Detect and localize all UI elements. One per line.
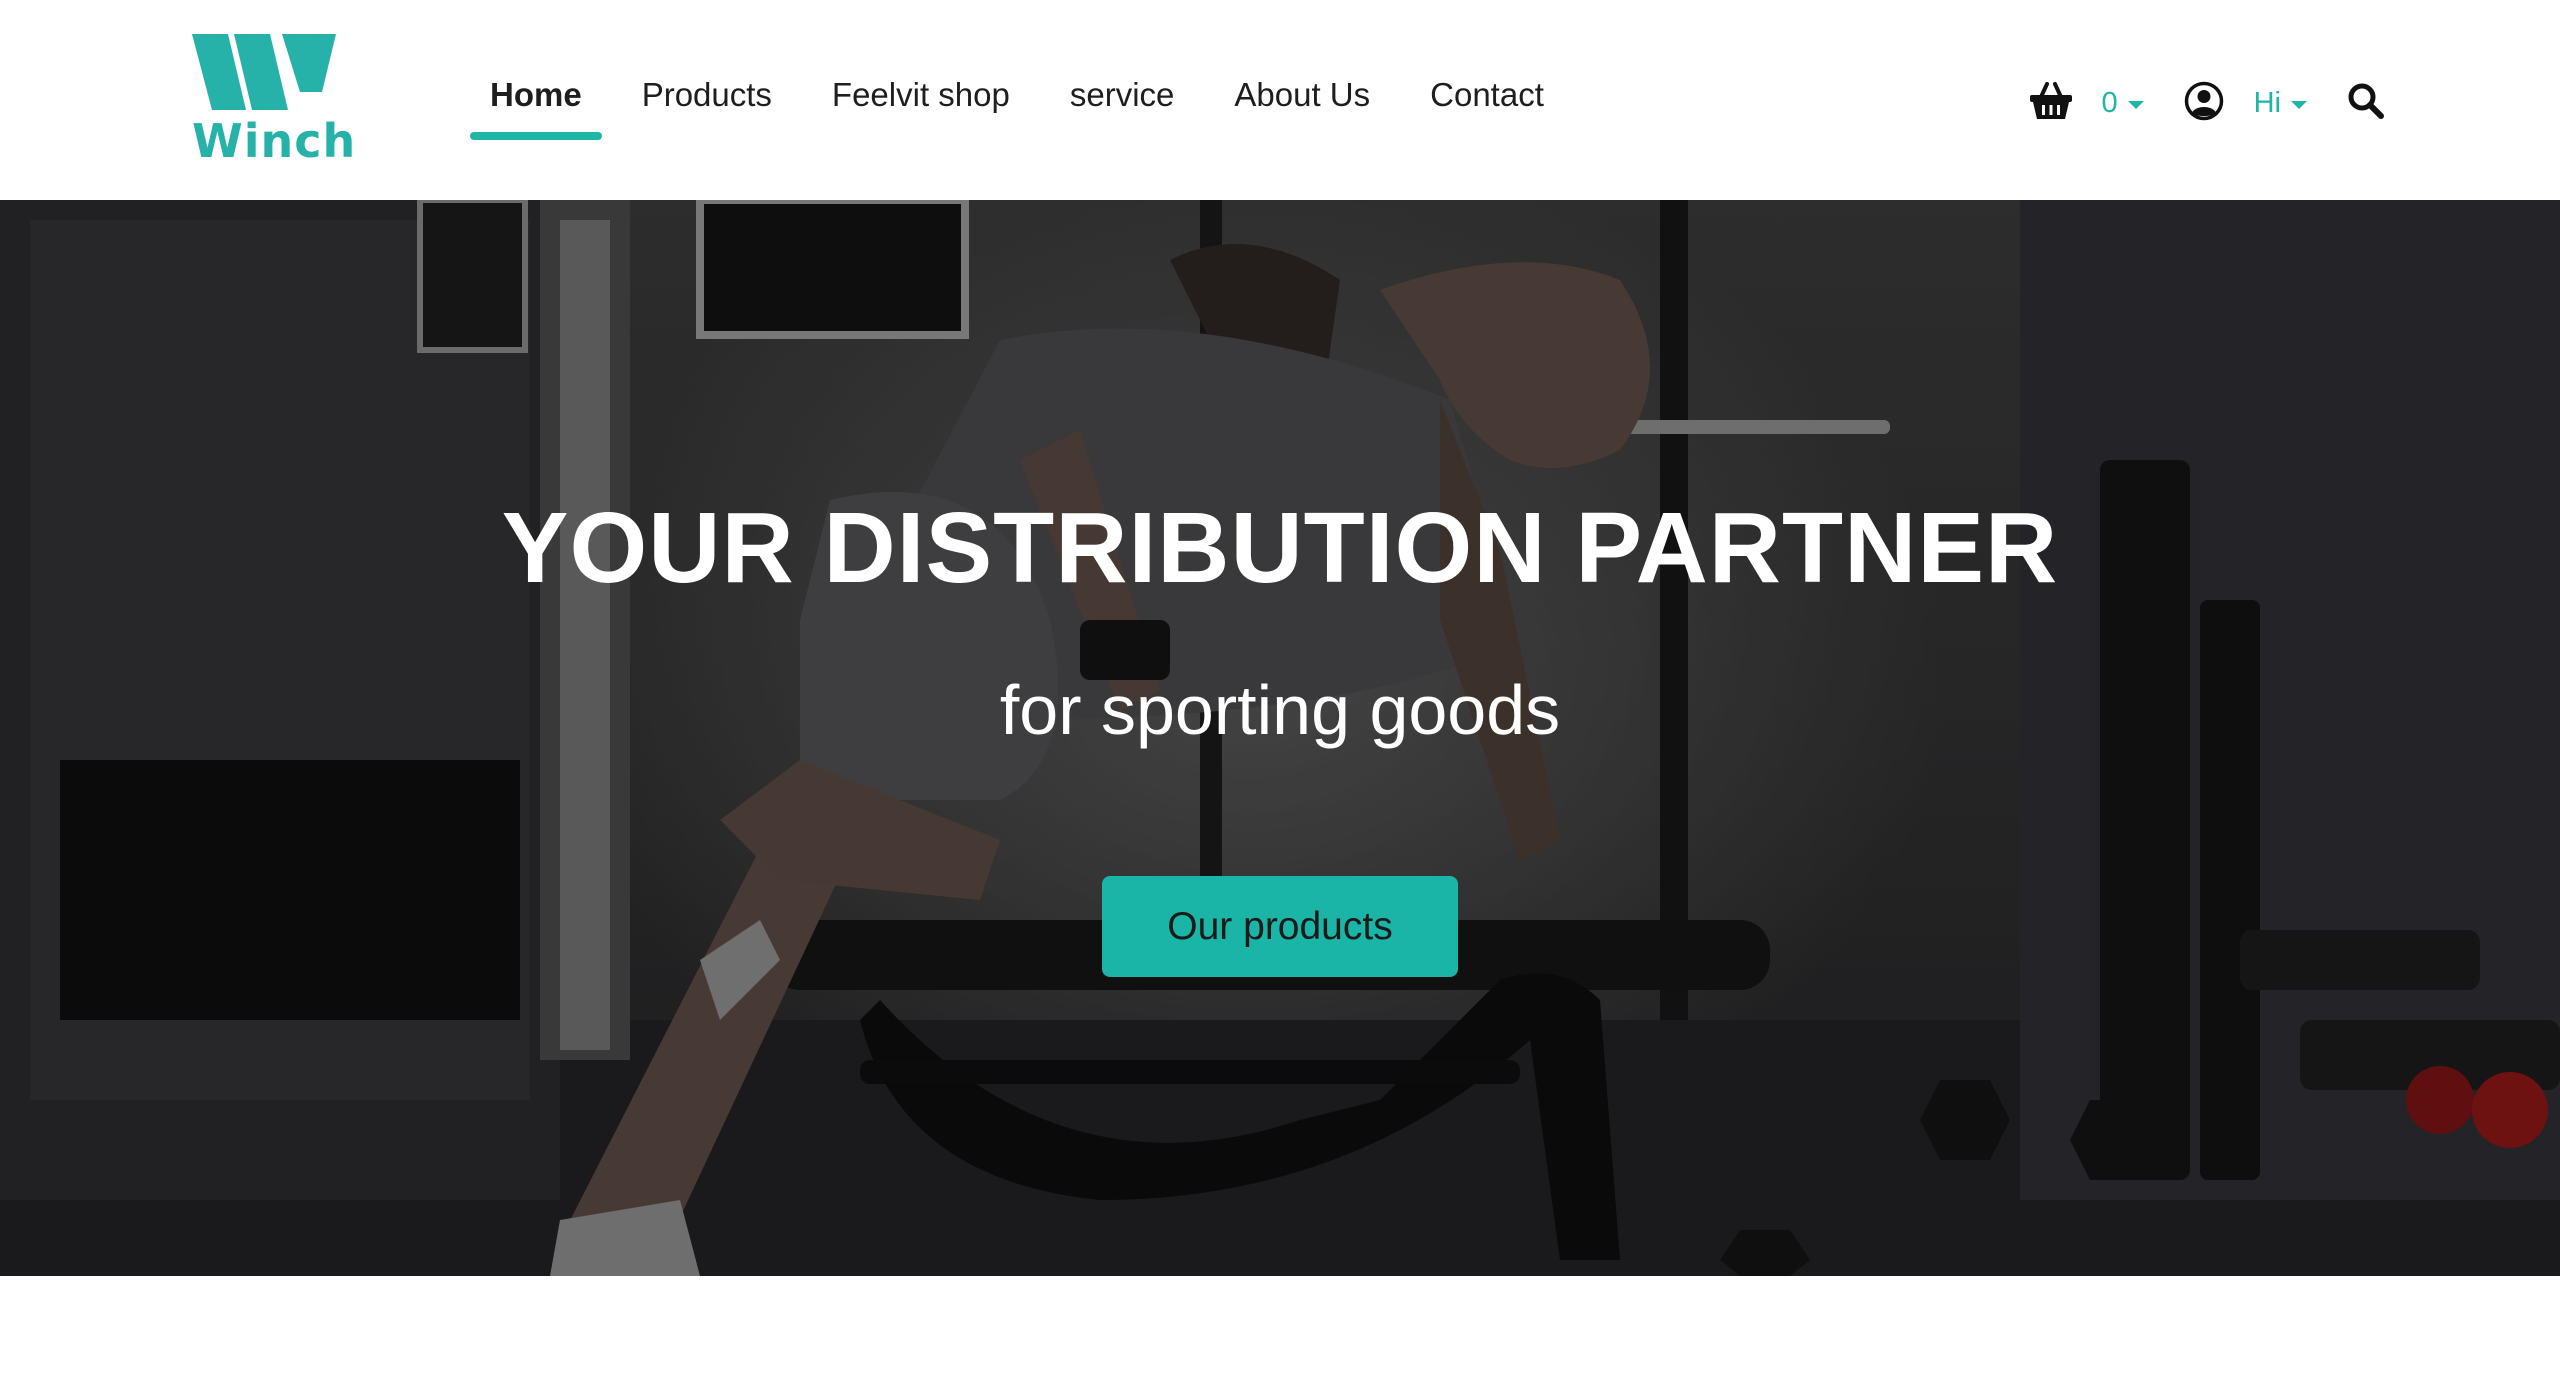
hero-banner: YOUR DISTRIBUTION PARTNER for sporting g… bbox=[0, 200, 2560, 1276]
main-navigation: Home Products Feelvit shop service About… bbox=[470, 70, 1584, 140]
user-circle-icon bbox=[2184, 81, 2224, 126]
chevron-down-icon bbox=[2127, 101, 2144, 109]
nav-item-contact[interactable]: Contact bbox=[1410, 70, 1564, 140]
account-menu-button[interactable]: Hi bbox=[2184, 81, 2307, 126]
hero-title: YOUR DISTRIBUTION PARTNER bbox=[501, 492, 2059, 604]
shopping-basket-icon bbox=[2029, 81, 2073, 126]
search-icon bbox=[2347, 82, 2385, 125]
our-products-button[interactable]: Our products bbox=[1102, 876, 1458, 977]
nav-item-home[interactable]: Home bbox=[470, 70, 602, 140]
winch-logo[interactable]: Winch bbox=[190, 30, 357, 175]
cart-button[interactable]: 0 bbox=[2029, 81, 2144, 126]
logo-wordmark: Winch bbox=[192, 114, 357, 168]
nav-item-service[interactable]: service bbox=[1050, 70, 1195, 140]
winch-logo-mark-icon bbox=[192, 34, 336, 110]
account-greeting: Hi bbox=[2253, 86, 2281, 119]
search-button[interactable] bbox=[2347, 82, 2385, 125]
chevron-down-icon bbox=[2291, 101, 2307, 109]
site-header: Winch Home Products Feelvit shop service… bbox=[0, 0, 2560, 200]
hero-subtitle: for sporting goods bbox=[999, 671, 1561, 749]
nav-item-products[interactable]: Products bbox=[622, 70, 792, 140]
page-content-below-hero bbox=[0, 1276, 2560, 1378]
nav-item-feelvit-shop[interactable]: Feelvit shop bbox=[812, 70, 1030, 140]
nav-item-about-us[interactable]: About Us bbox=[1214, 70, 1390, 140]
header-tools: 0 Hi bbox=[2029, 76, 2385, 130]
cart-count: 0 bbox=[2101, 86, 2118, 119]
